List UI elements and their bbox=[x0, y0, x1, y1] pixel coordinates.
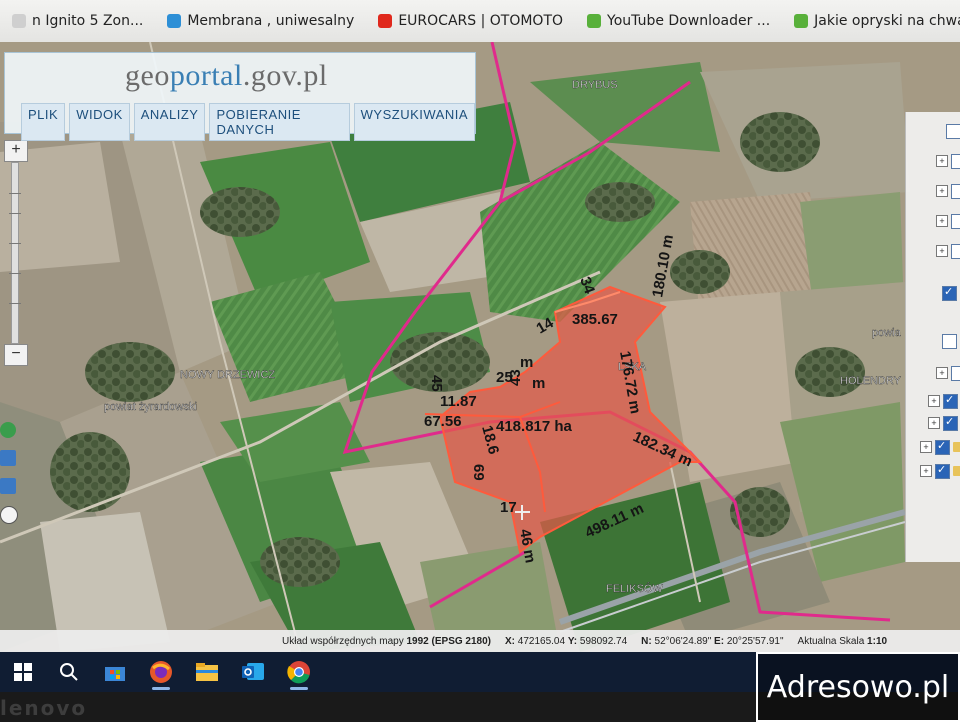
bookmark-item[interactable]: EUROCARS | OTOMOTO bbox=[366, 0, 575, 42]
label-felikso: FELIKSÓW bbox=[606, 582, 663, 595]
layer-checkbox[interactable] bbox=[951, 213, 960, 229]
geoportal-header: geoportal.gov.pl PLIK WIDOK ANALIZY POBIERA… bbox=[4, 52, 476, 141]
windows-start-icon[interactable] bbox=[0, 652, 46, 692]
layer-checkbox[interactable] bbox=[951, 365, 960, 381]
expand-icon[interactable]: + bbox=[936, 215, 948, 227]
adresowo-watermark: Adresowo.pl bbox=[756, 652, 960, 722]
expand-icon[interactable]: + bbox=[936, 367, 948, 379]
measure-18: m bbox=[532, 375, 545, 392]
layer-checkbox[interactable] bbox=[946, 123, 960, 139]
main-menu: PLIK WIDOK ANALIZY POBIERANIE DANYCH WYSZUKI… bbox=[21, 103, 475, 141]
outlook-icon[interactable] bbox=[230, 652, 276, 692]
bookmark-label: n Ignito 5 Zon... bbox=[32, 13, 144, 29]
otomoto-icon bbox=[378, 14, 393, 28]
bookmarks-bar: n Ignito 5 Zon... Membrana , uniwesalny EU… bbox=[0, 0, 960, 43]
area-label: 418.817 ha bbox=[496, 418, 573, 435]
measure-5: 45 bbox=[428, 375, 445, 392]
menu-item-widok[interactable]: WIDOK bbox=[69, 103, 130, 141]
layer-checkbox[interactable] bbox=[951, 183, 960, 199]
expand-icon[interactable]: + bbox=[928, 417, 940, 429]
coord-n-e: N: 52°06'24.89" E: 20°25'57.91" bbox=[641, 635, 784, 647]
bookmark-label: EUROCARS | OTOMOTO bbox=[398, 13, 564, 29]
locate-icon[interactable] bbox=[0, 422, 16, 438]
arrow-left-icon[interactable] bbox=[0, 450, 16, 466]
expand-icon[interactable]: + bbox=[936, 185, 948, 197]
bookmark-item[interactable]: n Ignito 5 Zon... bbox=[0, 0, 155, 42]
zoom-out-button[interactable]: − bbox=[4, 344, 28, 366]
coordinates-status-bar: Układ współrzędnych mapy 1992 (EPSG 2180… bbox=[0, 630, 960, 652]
label-nowy-drzewicz: NOWY DRZEWICZ bbox=[180, 369, 275, 381]
label-powia: powia bbox=[872, 327, 902, 339]
leaf-icon bbox=[587, 14, 602, 28]
menu-item-pobieranie-danych[interactable]: POBIERANIE DANYCH bbox=[209, 103, 350, 141]
layer-checkbox[interactable] bbox=[951, 153, 960, 169]
layer-checkbox[interactable] bbox=[951, 243, 960, 259]
zoom-slider[interactable] bbox=[9, 162, 21, 344]
layer-checkbox-checked[interactable] bbox=[935, 463, 950, 479]
zoom-control[interactable]: + − bbox=[2, 140, 28, 370]
file-explorer-icon[interactable] bbox=[184, 652, 230, 692]
measure-6: 67.56 bbox=[424, 413, 462, 430]
bookmark-item[interactable]: Jakie opryski na chwas... bbox=[782, 0, 960, 42]
menu-item-analizy[interactable]: ANALIZY bbox=[133, 103, 206, 141]
plant-icon bbox=[794, 14, 809, 28]
folder-icon bbox=[953, 466, 960, 476]
label-drybus: DRYBUS bbox=[572, 79, 618, 91]
layer-panel: + + + + + + + + + bbox=[905, 112, 960, 562]
bookmark-label: YouTube Downloader ... bbox=[607, 13, 771, 29]
page-icon bbox=[12, 14, 26, 28]
layer-checkbox-checked[interactable] bbox=[935, 439, 950, 455]
coord-system: Układ współrzędnych mapy 1992 (EPSG 2180… bbox=[282, 635, 491, 647]
coord-x: X: 472165.04 Y: 598092.74 bbox=[505, 635, 628, 647]
expand-icon[interactable]: + bbox=[920, 465, 932, 477]
bezel-brand: lenovo bbox=[0, 696, 88, 720]
layer-checkbox[interactable] bbox=[942, 333, 957, 349]
search-icon[interactable] bbox=[46, 652, 92, 692]
layer-checkbox-checked[interactable] bbox=[943, 393, 958, 409]
bookmark-item[interactable]: YouTube Downloader ... bbox=[575, 0, 782, 42]
measure-14: 17 bbox=[500, 499, 517, 516]
bookmark-item[interactable]: Membrana , uniwesalny bbox=[155, 0, 366, 42]
map-tools bbox=[0, 422, 18, 562]
measure-8: 11.87 bbox=[440, 393, 477, 410]
expand-icon[interactable]: + bbox=[920, 441, 932, 453]
layer-checkbox-checked[interactable] bbox=[943, 415, 958, 431]
layer-checkbox-checked[interactable] bbox=[942, 285, 957, 301]
folder-icon bbox=[953, 442, 960, 452]
measure-4: 43 bbox=[507, 369, 524, 386]
bookmark-label: Jakie opryski na chwas... bbox=[814, 13, 960, 29]
map-scale: Aktualna Skala 1:10 bbox=[797, 635, 888, 647]
menu-item-plik[interactable]: PLIK bbox=[21, 103, 66, 141]
menu-item-wyszukiwania[interactable]: WYSZUKIWANIA bbox=[353, 103, 475, 141]
label-holendry: HOLENDRY bbox=[840, 375, 902, 387]
chrome-icon[interactable] bbox=[276, 652, 322, 692]
expand-icon[interactable]: + bbox=[928, 395, 940, 407]
store-icon[interactable] bbox=[92, 652, 138, 692]
expand-icon[interactable]: + bbox=[936, 245, 948, 257]
expand-icon[interactable]: + bbox=[936, 155, 948, 167]
measure-17: m bbox=[520, 354, 533, 371]
measure-16: 385.67 bbox=[572, 311, 618, 328]
firefox-icon[interactable] bbox=[138, 652, 184, 692]
measure-7: 69 bbox=[470, 464, 487, 481]
geoportal-logo[interactable]: geoportal.gov.pl bbox=[125, 59, 328, 93]
zoom-in-button[interactable]: + bbox=[4, 140, 28, 162]
bookmark-label: Membrana , uniwesalny bbox=[187, 13, 355, 29]
compass-icon[interactable] bbox=[0, 506, 18, 524]
drop-icon bbox=[167, 14, 182, 28]
label-powiat: powiat żyrardowski bbox=[104, 401, 197, 413]
arrow-right-icon[interactable] bbox=[0, 478, 16, 494]
